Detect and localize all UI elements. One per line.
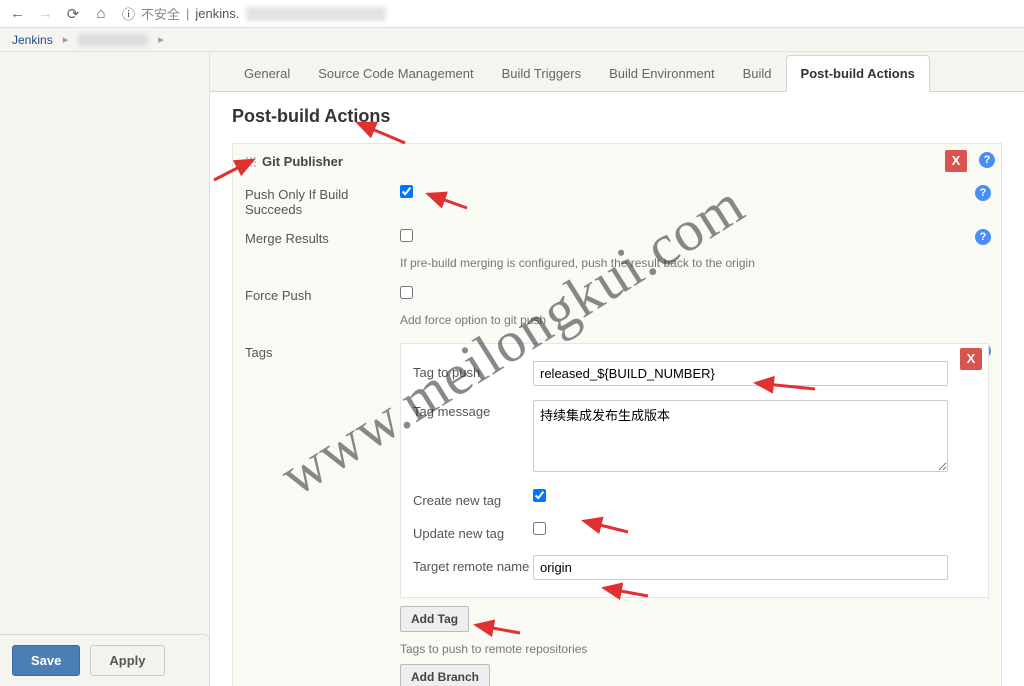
force-push-desc: Add force option to git push: [400, 309, 989, 337]
home-icon[interactable]: ⌂: [94, 5, 108, 22]
tab-scm[interactable]: Source Code Management: [304, 56, 487, 91]
force-push-label: Force Push: [245, 286, 400, 303]
breadcrumb: Jenkins ▸ ▸: [0, 28, 1024, 52]
tag-message-textarea[interactable]: 持续集成发布生成版本: [533, 400, 948, 472]
git-publisher-block: X ? Git Publisher Push Only If Build Suc…: [232, 143, 1002, 686]
tab-triggers[interactable]: Build Triggers: [488, 56, 595, 91]
chevron-right-icon: ▸: [63, 33, 69, 46]
drag-handle-icon[interactable]: [245, 156, 256, 167]
force-push-checkbox[interactable]: [400, 286, 413, 299]
push-only-checkbox[interactable]: [400, 185, 413, 198]
add-tag-button[interactable]: Add Tag: [400, 606, 469, 632]
tag-message-label: Tag message: [413, 400, 533, 419]
delete-block-button[interactable]: X: [945, 150, 967, 172]
target-remote-label: Target remote name: [413, 555, 533, 574]
chevron-right-icon: ▸: [158, 33, 164, 46]
tag-item-block: X Tag to push Tag message 持续集成发布生成版本 Cre…: [400, 343, 989, 598]
help-icon[interactable]: ?: [975, 229, 991, 245]
reload-icon[interactable]: ⟳: [66, 5, 80, 23]
save-button[interactable]: Save: [12, 645, 80, 676]
address-bar[interactable]: ⓘ 不安全 | jenkins.: [122, 4, 386, 23]
footer-buttons: Save Apply: [0, 634, 210, 686]
merge-results-desc: If pre-build merging is configured, push…: [400, 252, 989, 280]
tab-general[interactable]: General: [230, 56, 304, 91]
target-remote-input[interactable]: [533, 555, 948, 580]
delete-tag-button[interactable]: X: [960, 348, 982, 370]
help-icon[interactable]: ?: [979, 152, 995, 168]
create-new-tag-checkbox[interactable]: [533, 489, 546, 502]
tab-build[interactable]: Build: [729, 56, 786, 91]
tags-push-desc: Tags to push to remote repositories: [400, 642, 989, 656]
back-icon[interactable]: ←: [10, 5, 24, 22]
breadcrumb-redacted: [78, 34, 148, 46]
update-new-tag-label: Update new tag: [413, 522, 533, 541]
tab-post-build[interactable]: Post-build Actions: [786, 55, 930, 92]
block-header[interactable]: Git Publisher: [245, 154, 989, 169]
section-title: Post-build Actions: [232, 106, 1002, 127]
breadcrumb-root[interactable]: Jenkins: [12, 33, 53, 47]
forward-icon[interactable]: →: [38, 5, 52, 22]
apply-button[interactable]: Apply: [90, 645, 164, 676]
security-status: 不安全: [141, 4, 180, 23]
create-new-tag-label: Create new tag: [413, 489, 533, 508]
tags-label: Tags: [245, 343, 400, 360]
push-only-label: Push Only If Build Succeeds: [245, 185, 400, 217]
tab-environment[interactable]: Build Environment: [595, 56, 729, 91]
info-icon: ⓘ: [122, 4, 135, 23]
url-host: jenkins.: [195, 6, 239, 21]
tag-to-push-input[interactable]: [533, 361, 948, 386]
left-sidebar: Save Apply: [0, 52, 210, 686]
merge-results-label: Merge Results: [245, 229, 400, 246]
block-title: Git Publisher: [262, 154, 343, 169]
browser-toolbar: ← → ⟳ ⌂ ⓘ 不安全 | jenkins.: [0, 0, 1024, 28]
tag-to-push-label: Tag to push: [413, 361, 533, 380]
add-branch-button[interactable]: Add Branch: [400, 664, 490, 686]
help-icon[interactable]: ?: [975, 185, 991, 201]
update-new-tag-checkbox[interactable]: [533, 522, 546, 535]
url-redacted: [246, 7, 386, 21]
merge-results-checkbox[interactable]: [400, 229, 413, 242]
config-tabs: General Source Code Management Build Tri…: [210, 52, 1024, 92]
